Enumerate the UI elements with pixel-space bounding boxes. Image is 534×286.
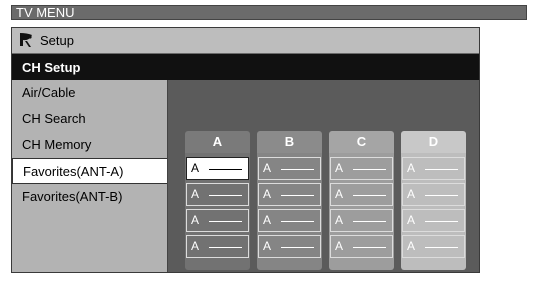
sidebar-item-label: CH Search	[22, 111, 86, 126]
favorite-slot-label: A	[335, 239, 344, 253]
sidebar-item-ch-search[interactable]: CH Search	[12, 106, 167, 132]
sidebar-item-label: Air/Cable	[22, 85, 76, 100]
empty-channel-dash	[209, 195, 242, 196]
empty-channel-dash	[425, 221, 458, 222]
favorite-slot-label: A	[191, 187, 200, 201]
sidebar-item-favorites-ant-a[interactable]: Favorites(ANT-A)	[12, 158, 167, 184]
empty-channel-dash	[209, 221, 242, 222]
setup-header: Setup	[12, 28, 479, 54]
empty-channel-dash	[353, 247, 386, 248]
favorite-slot[interactable]: A	[402, 157, 465, 180]
favorites-column-d-header[interactable]: D	[401, 131, 466, 153]
favorite-slot-label: A	[263, 239, 272, 253]
favorites-column-b-header[interactable]: B	[257, 131, 322, 153]
favorite-slot-label: A	[191, 239, 200, 253]
favorite-slot[interactable]: A	[186, 235, 249, 258]
empty-channel-dash	[353, 195, 386, 196]
empty-channel-dash	[353, 221, 386, 222]
favorite-slot-label: A	[263, 187, 272, 201]
favorite-slot[interactable]: A	[402, 209, 465, 232]
favorite-slot[interactable]: A	[402, 235, 465, 258]
sidebar-item-air-cable[interactable]: Air/Cable	[12, 80, 167, 106]
favorite-slot[interactable]: A	[330, 157, 393, 180]
favorite-slot-label: A	[191, 161, 200, 175]
favorite-slot-label: A	[263, 161, 272, 175]
section-header: CH Setup	[12, 54, 479, 80]
sidebar-item-label: CH Memory	[22, 137, 92, 152]
favorite-slot[interactable]: A	[186, 209, 249, 232]
favorite-slot[interactable]: A	[402, 183, 465, 206]
favorite-slot-label: A	[263, 213, 272, 227]
favorite-slot[interactable]: A	[258, 235, 321, 258]
favorite-slot-label: A	[407, 187, 416, 201]
sidebar-item-ch-memory[interactable]: CH Memory	[12, 132, 167, 158]
empty-channel-dash	[281, 195, 314, 196]
empty-channel-dash	[353, 169, 386, 170]
favorite-slot-label: A	[407, 161, 416, 175]
favorite-slot-label: A	[407, 239, 416, 253]
window-title: TV MENU	[16, 5, 75, 20]
favorite-slot[interactable]: A	[330, 183, 393, 206]
favorites-column-a-header[interactable]: A	[185, 131, 250, 153]
empty-channel-dash	[425, 169, 458, 170]
favorite-slot-label: A	[335, 187, 344, 201]
section-title: CH Setup	[22, 60, 81, 75]
favorite-slot[interactable]: A	[258, 183, 321, 206]
empty-channel-dash	[209, 169, 242, 170]
empty-channel-dash	[281, 221, 314, 222]
favorite-slot[interactable]: A	[186, 157, 249, 180]
empty-channel-dash	[425, 195, 458, 196]
sidebar-menu: Air/Cable CH Search CH Memory Favorites(…	[12, 80, 168, 272]
favorites-column-c-header[interactable]: C	[329, 131, 394, 153]
empty-channel-dash	[281, 247, 314, 248]
sidebar-item-favorites-ant-b[interactable]: Favorites(ANT-B)	[12, 184, 167, 210]
favorite-slot[interactable]: A	[258, 209, 321, 232]
favorite-slot-label: A	[335, 161, 344, 175]
window-title-bar: TV MENU	[11, 5, 527, 20]
favorite-slot[interactable]: A	[330, 209, 393, 232]
favorite-slot[interactable]: A	[258, 157, 321, 180]
empty-channel-dash	[425, 247, 458, 248]
satellite-dish-icon	[17, 31, 35, 49]
setup-label: Setup	[40, 33, 74, 48]
favorite-slot[interactable]: A	[330, 235, 393, 258]
empty-channel-dash	[281, 169, 314, 170]
favorite-slot-label: A	[191, 213, 200, 227]
sidebar-item-label: Favorites(ANT-A)	[23, 164, 124, 179]
favorite-slot-label: A	[335, 213, 344, 227]
favorite-slot[interactable]: A	[186, 183, 249, 206]
favorite-slot-label: A	[407, 213, 416, 227]
empty-channel-dash	[209, 247, 242, 248]
sidebar-item-label: Favorites(ANT-B)	[22, 189, 123, 204]
